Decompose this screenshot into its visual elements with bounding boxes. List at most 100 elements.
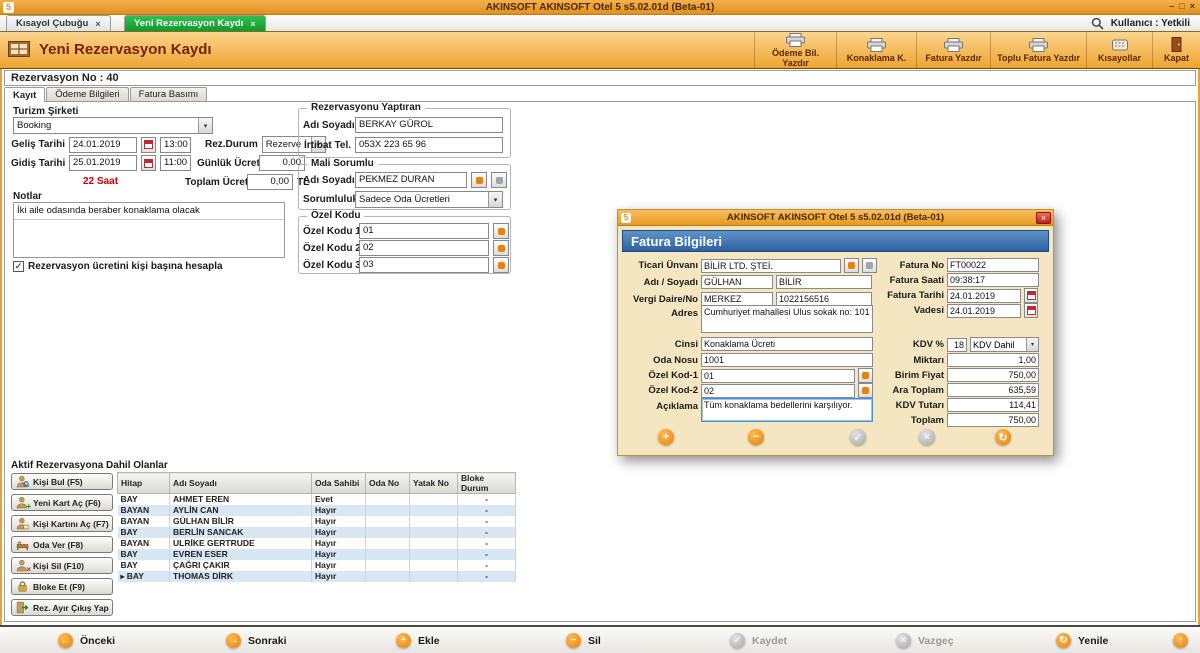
shortcuts-button[interactable]: Kısayollar — [1086, 32, 1152, 68]
checkout-calendar-button[interactable] — [141, 155, 156, 171]
column-header[interactable]: Oda Sahibi — [312, 473, 366, 494]
guest-row[interactable]: BAYAHMET ERENEvet- — [118, 494, 516, 505]
invoice-code1-input[interactable]: 01 — [701, 369, 855, 383]
total-input[interactable]: 750,00 — [947, 413, 1039, 427]
address-field[interactable]: Cumhuriyet mahallesi Ulus sokak no: 101 — [701, 305, 873, 333]
print-invoice-button[interactable]: Fatura Yazdır — [916, 32, 990, 68]
per-person-checkbox[interactable]: ✓ — [13, 261, 24, 272]
column-header[interactable]: Oda No — [366, 473, 410, 494]
responsible-name-input[interactable]: PEKMEZ DURAN — [355, 172, 467, 188]
guest-row[interactable]: BAYANAYLİN CANHayır- — [118, 505, 516, 516]
booker-name-input[interactable]: BERKAY GÜROL — [355, 117, 503, 133]
tab-close-icon[interactable]: × — [95, 19, 100, 29]
assign-room-button[interactable]: Oda Ver (F8) — [11, 536, 113, 553]
column-header[interactable]: Yatak No — [410, 473, 458, 494]
open-person-card-button[interactable]: Kişi Kartını Aç (F7) — [11, 515, 113, 532]
dialog-close-button[interactable]: × — [1036, 212, 1051, 224]
split-checkout-button[interactable]: Rez. Ayır Çıkış Yap — [11, 599, 113, 616]
unit-price-label: Birim Fiyat — [886, 370, 944, 381]
print-payment-info-button[interactable]: Ödeme Bil. Yazdır — [754, 32, 836, 68]
add-button[interactable]: + Ekle — [396, 633, 440, 648]
due-date-calendar-button[interactable] — [1024, 303, 1038, 318]
guest-row[interactable]: BAYANULRİKE GERTRUDEHayır- — [118, 538, 516, 549]
column-header[interactable]: Adı Soyadı — [170, 473, 312, 494]
invoice-last-name-input[interactable]: BİLİR — [776, 275, 872, 289]
new-card-button[interactable]: + Yeni Kart Aç (F6) — [11, 494, 113, 511]
invoice-first-name-input[interactable]: GÜLHAN — [701, 275, 773, 289]
print-accommodation-card-button[interactable]: Konaklama K. — [836, 32, 916, 68]
agency-select[interactable]: Booking ▾ — [13, 117, 213, 134]
special-code2-input[interactable]: 02 — [359, 240, 489, 256]
guest-row[interactable]: BAYTHOMAS DİRKHayır- — [118, 571, 516, 582]
subtotal-input[interactable]: 635,59 — [947, 383, 1039, 397]
scroll-top-button[interactable]: ↑ — [1173, 633, 1188, 648]
company-lookup-button[interactable] — [844, 258, 859, 273]
vat-amount-input[interactable]: 114,41 — [947, 398, 1039, 412]
guest-row[interactable]: BAYEVREN ESERHayır- — [118, 549, 516, 560]
column-header[interactable]: Bloke Durum — [458, 473, 516, 494]
checkin-time-input[interactable]: 13:00 — [160, 137, 191, 153]
close-button[interactable]: × — [1190, 1, 1195, 11]
tab-kisayol-cubugu[interactable]: Kısayol Çubuğu × — [6, 15, 111, 31]
company-clear-button[interactable] — [862, 258, 877, 273]
dialog-refresh-button[interactable]: ↻ — [995, 429, 1011, 445]
find-person-button[interactable]: Kişi Bul (F5) — [11, 473, 113, 490]
dialog-add-button[interactable]: + — [658, 429, 674, 445]
invoice-code2-input[interactable]: 02 — [701, 384, 855, 398]
tab-yeni-rezervasyon[interactable]: Yeni Rezervasyon Kaydı × — [124, 15, 266, 31]
close-page-button[interactable]: Kapat — [1152, 32, 1200, 68]
column-header[interactable]: Hitap — [118, 473, 170, 494]
item-type-input[interactable]: Konaklama Ücreti — [701, 337, 873, 351]
invoice-no-input[interactable]: FT00022 — [947, 258, 1039, 272]
invoice-time-input[interactable]: 09:38:17 — [947, 273, 1039, 287]
tab-kayit[interactable]: Kayıt — [4, 87, 45, 102]
search-icon[interactable] — [1091, 17, 1104, 30]
print-bulk-invoice-button[interactable]: Toplu Fatura Yazdır — [990, 32, 1086, 68]
checkout-date-input[interactable]: 25.01.2019 — [69, 155, 137, 171]
next-button[interactable]: → Sonraki — [226, 633, 287, 648]
invoice-code1-lookup-button[interactable] — [858, 368, 873, 383]
tab-close-icon[interactable]: × — [250, 19, 255, 29]
invoice-code2-lookup-button[interactable] — [858, 383, 873, 398]
minimize-button[interactable]: – — [1169, 1, 1174, 11]
responsibility-select[interactable]: Sadece Oda Ücretleri ▾ — [355, 191, 503, 208]
tab-fatura-basimi[interactable]: Fatura Basımı — [130, 87, 208, 101]
tab-odeme-bilgileri[interactable]: Ödeme Bilgileri — [46, 87, 128, 101]
dialog-delete-button[interactable]: − — [748, 429, 764, 445]
quantity-input[interactable]: 1,00 — [947, 353, 1039, 367]
special-code1-input[interactable]: 01 — [359, 223, 489, 239]
previous-button[interactable]: ← Önceki — [58, 633, 115, 648]
invoice-date-input[interactable]: 24.01.2019 — [947, 289, 1021, 303]
checkin-calendar-button[interactable] — [141, 137, 156, 153]
guest-row[interactable]: BAYÇAĞRI ÇAKIRHayır- — [118, 560, 516, 571]
block-button[interactable]: Bloke Et (F9) — [11, 578, 113, 595]
description-field[interactable]: Tüm konaklama bedellerini karşılıyor. — [701, 398, 873, 422]
minus-icon: − — [571, 635, 577, 646]
special-code3-input[interactable]: 03 — [359, 257, 489, 273]
unit-price-input[interactable]: 750,00 — [947, 368, 1039, 382]
guest-row[interactable]: BAYANGÜLHAN BİLİRHayır- — [118, 516, 516, 527]
maximize-button[interactable]: □ — [1179, 1, 1184, 11]
guest-row[interactable]: BAYBERLİN SANCAKHayır- — [118, 527, 516, 538]
vat-rate-input[interactable]: 18 — [947, 338, 967, 352]
code2-lookup-button[interactable] — [493, 240, 509, 256]
invoice-date-calendar-button[interactable] — [1024, 288, 1038, 303]
tax-number-input[interactable]: 1022156516 — [776, 292, 872, 306]
notes-field[interactable]: İki aile odasında beraber konaklama olac… — [13, 202, 285, 258]
total-rate-input[interactable]: 0,00 — [247, 174, 293, 190]
person-lookup-button[interactable] — [471, 172, 487, 188]
delete-person-button[interactable]: × Kişi Sil (F10) — [11, 557, 113, 574]
checkout-time-input[interactable]: 11:00 — [160, 155, 191, 171]
code3-lookup-button[interactable] — [493, 257, 509, 273]
room-number-input[interactable]: 1001 — [701, 353, 873, 367]
booker-phone-input[interactable]: 053X 223 65 96 — [355, 137, 503, 153]
vat-mode-select[interactable]: KDV Dahil ▾ — [970, 337, 1039, 352]
code1-lookup-button[interactable] — [493, 223, 509, 239]
company-title-input[interactable]: BİLİR LTD. ŞTEİ. — [701, 259, 841, 273]
checkin-date-input[interactable]: 24.01.2019 — [69, 137, 137, 153]
due-date-input[interactable]: 24.01.2019 — [947, 304, 1021, 318]
delete-button[interactable]: − Sil — [566, 633, 601, 648]
tax-office-input[interactable]: MERKEZ — [701, 292, 773, 306]
refresh-button[interactable]: ↻ Yenile — [1056, 633, 1108, 648]
person-clear-button[interactable] — [491, 172, 507, 188]
